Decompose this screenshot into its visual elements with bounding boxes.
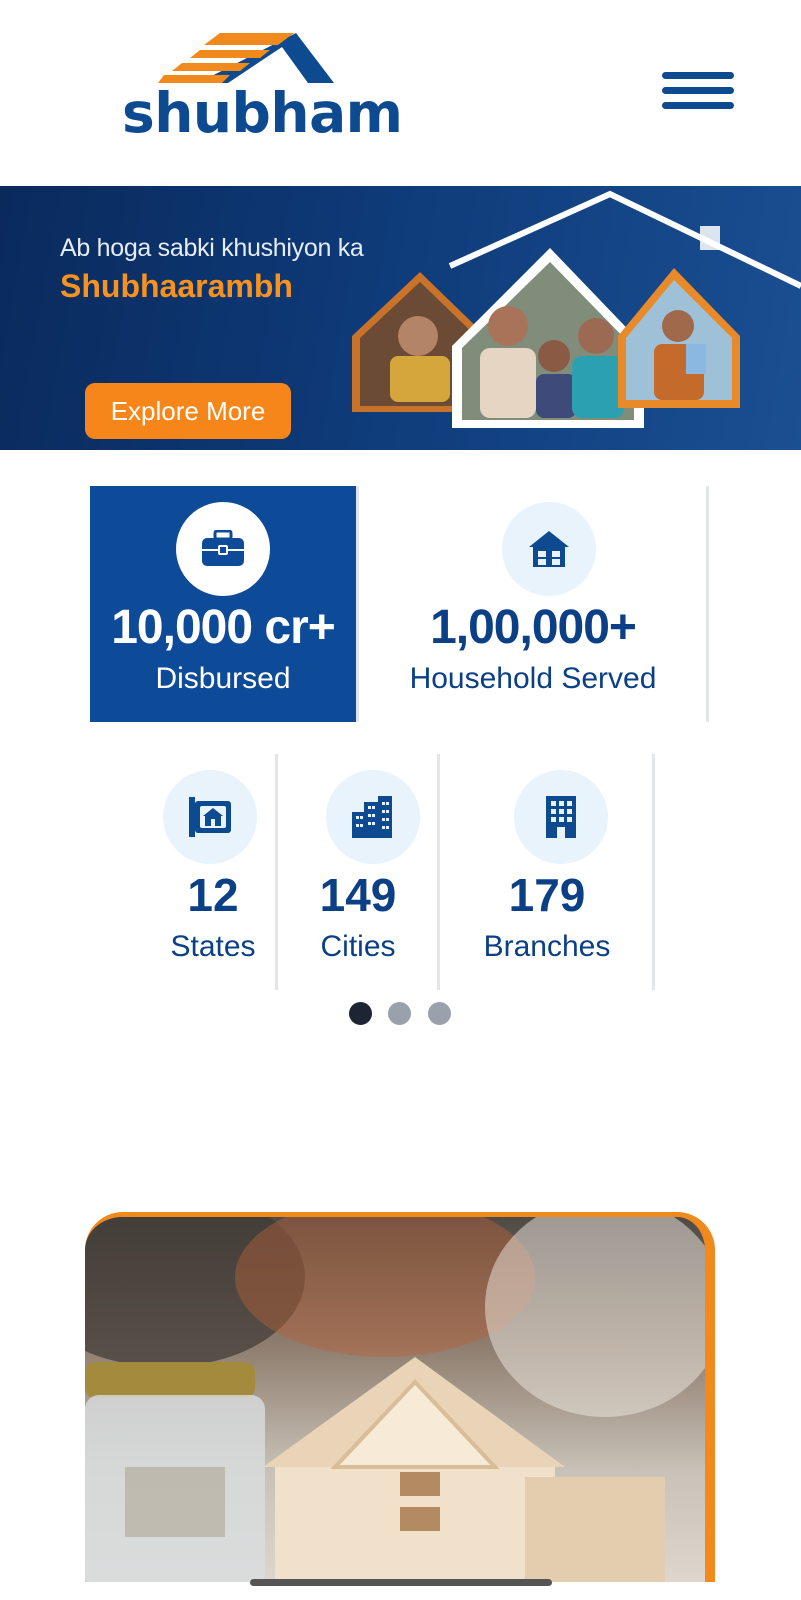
carousel-dot-2[interactable]: [388, 1002, 411, 1025]
feature-image-card[interactable]: [85, 1212, 715, 1582]
stat-value: 179: [508, 869, 586, 921]
hamburger-menu-icon[interactable]: [662, 70, 734, 114]
hero-banner[interactable]: Ab hoga sabki khushiyon ka Shubhaarambh …: [0, 186, 801, 450]
stat-label: Cities: [320, 930, 396, 963]
stat-value: 10,000 cr+: [111, 601, 336, 654]
banner-tagline: Ab hoga sabki khushiyon ka: [60, 234, 364, 262]
stat-label: Branches: [483, 930, 611, 963]
office-building-icon: [514, 770, 608, 864]
home-indicator[interactable]: [250, 1579, 552, 1586]
stat-card-disbursed[interactable]: 10,000 cr+ Disbursed: [90, 486, 356, 722]
carousel-dot-1[interactable]: [349, 1002, 372, 1025]
stat-card-branches[interactable]: 179 Branches: [440, 754, 654, 990]
family-homes-illustration: [352, 190, 801, 428]
city-buildings-icon: [326, 770, 420, 864]
stat-card-household[interactable]: 1,00,000+ Household Served: [356, 486, 710, 722]
stat-card-states[interactable]: 12 States: [150, 754, 276, 990]
banner-headline: Shubhaarambh: [60, 268, 293, 304]
stat-value: 12: [187, 869, 239, 921]
divider: [652, 754, 655, 990]
briefcase-icon: [176, 502, 270, 596]
carousel-dot-3[interactable]: [428, 1002, 451, 1025]
house-savings-jar-image: [85, 1217, 705, 1582]
stat-label: Disbursed: [155, 662, 291, 695]
map-house-icon: [163, 770, 257, 864]
explore-more-button[interactable]: Explore More: [85, 383, 291, 439]
stat-value: 149: [319, 869, 397, 921]
logo-wordmark: shubham: [122, 81, 403, 145]
carousel-pagination: [349, 1002, 453, 1026]
house-icon: [502, 502, 596, 596]
stat-value: 1,00,000+: [430, 601, 637, 654]
header: shubham: [0, 0, 801, 186]
stat-label: Household Served: [409, 662, 657, 695]
stat-card-cities[interactable]: 149 Cities: [278, 754, 438, 990]
shubham-logo[interactable]: shubham: [120, 30, 403, 155]
stat-label: States: [170, 930, 256, 963]
divider: [706, 486, 709, 722]
